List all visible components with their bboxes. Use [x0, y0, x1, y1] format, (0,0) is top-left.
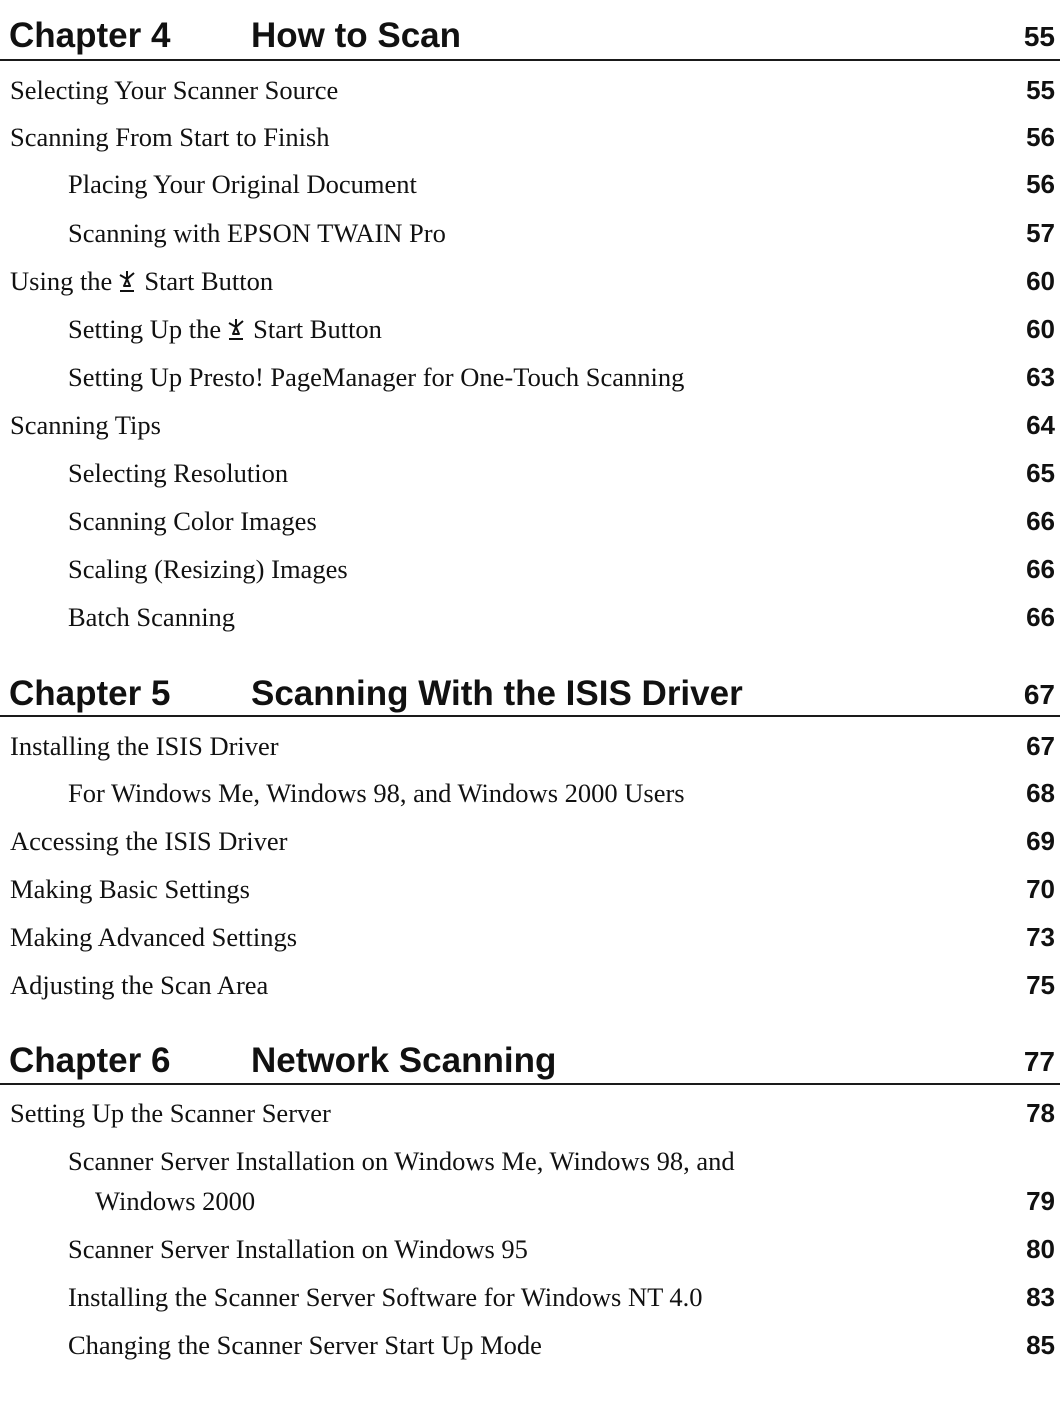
- toc-entry-title[interactable]: Accessing the ISIS Driver: [10, 821, 287, 861]
- toc-entry[interactable]: Adjusting the Scan Area 75: [0, 965, 1060, 1015]
- toc-entry-text-after: Start Button: [144, 266, 274, 296]
- toc-entry-title[interactable]: Setting Up Presto! PageManager for One-T…: [68, 357, 684, 397]
- toc-entry-title[interactable]: Setting Up the Start Button: [68, 309, 382, 349]
- chapter-number: Chapter 4: [9, 16, 171, 55]
- toc-entry-text-after: Start Button: [253, 314, 382, 344]
- toc-entry[interactable]: Batch Scanning 66: [0, 597, 1060, 647]
- toc-entry-page: 60: [1026, 314, 1055, 344]
- toc-entry-page: 66: [1026, 506, 1055, 536]
- toc-entry-title[interactable]: Selecting Resolution: [68, 453, 288, 493]
- toc-entry-title[interactable]: Scanning Tips: [10, 405, 161, 445]
- toc-entry[interactable]: Scanning with EPSON TWAIN Pro 57: [0, 213, 1060, 263]
- toc-entry[interactable]: Scanning Tips 64: [0, 405, 1060, 455]
- toc-entry[interactable]: For Windows Me, Windows 98, and Windows …: [0, 773, 1060, 823]
- toc-entry-page: 70: [1026, 874, 1055, 904]
- toc-entry[interactable]: Setting Up the Start Button 60: [0, 309, 1060, 359]
- chapter-title: How to Scan: [251, 16, 462, 55]
- toc-entry[interactable]: Scanner Server Installation on Windows M…: [0, 1141, 1060, 1227]
- toc-entry[interactable]: Installing the ISIS Driver 67: [0, 726, 1060, 776]
- toc-entry-title[interactable]: Installing the ISIS Driver: [10, 726, 279, 766]
- toc-entry[interactable]: Scanner Server Installation on Windows 9…: [0, 1229, 1060, 1279]
- toc-entry[interactable]: Placing Your Original Document 56: [0, 164, 1060, 214]
- chapter-page-number: 67: [1023, 679, 1055, 710]
- toc-entry-title[interactable]: For Windows Me, Windows 98, and Windows …: [68, 773, 685, 813]
- toc-entry-title[interactable]: Batch Scanning: [68, 597, 235, 637]
- chapter-title: Network Scanning: [251, 1041, 557, 1080]
- toc-entry[interactable]: Scaling (Resizing) Images 66: [0, 549, 1060, 599]
- toc-entry-title[interactable]: Setting Up the Scanner Server: [10, 1093, 331, 1133]
- toc-entry[interactable]: Setting Up the Scanner Server 78: [0, 1093, 1060, 1143]
- toc-entry-page: 66: [1026, 554, 1055, 584]
- toc-entry-page: 63: [1026, 362, 1055, 392]
- toc-entry-page: 67: [1026, 731, 1055, 761]
- toc-entry-title[interactable]: Placing Your Original Document: [68, 164, 417, 204]
- start-button-icon: [119, 271, 135, 292]
- toc-entry-title[interactable]: Adjusting the Scan Area: [10, 965, 268, 1005]
- toc-entry-page: 56: [1026, 122, 1055, 152]
- chapter-title: Scanning With the ISIS Driver: [251, 674, 743, 713]
- chapter-page-number: 55: [1023, 21, 1055, 52]
- chapter-heading: Chapter 4 How to Scan 55: [0, 14, 1060, 64]
- start-button-icon: [228, 319, 244, 340]
- toc-entry-page: 73: [1026, 922, 1055, 952]
- toc-entry-title[interactable]: Scanner Server Installation on Windows 9…: [68, 1229, 528, 1269]
- chapter-divider: [0, 1083, 1060, 1085]
- toc-entry-page: 85: [1026, 1330, 1055, 1360]
- toc-entry[interactable]: Changing the Scanner Server Start Up Mod…: [0, 1325, 1060, 1375]
- toc-entry[interactable]: Installing the Scanner Server Software f…: [0, 1277, 1060, 1327]
- table-of-contents-page: Chapter 4 How to Scan 55 Selecting Your …: [0, 0, 1060, 1401]
- chapter-divider: [0, 59, 1060, 61]
- toc-entry-title[interactable]: Using the Start Button: [10, 261, 273, 301]
- chapter-page-number: 77: [1023, 1046, 1055, 1077]
- toc-entry[interactable]: Making Advanced Settings 73: [0, 917, 1060, 967]
- toc-entry-page: 78: [1026, 1098, 1055, 1128]
- toc-entry-page: 75: [1026, 970, 1055, 1000]
- chapter-heading: Chapter 6 Network Scanning 77: [0, 1039, 1060, 1089]
- toc-entry-text-before: Setting Up the: [68, 314, 222, 344]
- toc-entry-title[interactable]: Scanning Color Images: [68, 501, 317, 541]
- toc-entry-page: 66: [1026, 602, 1055, 632]
- toc-entry[interactable]: Scanning Color Images 66: [0, 501, 1060, 551]
- chapter-number: Chapter 6: [9, 1041, 171, 1080]
- toc-entry-title[interactable]: Scaling (Resizing) Images: [68, 549, 348, 589]
- toc-entry[interactable]: Setting Up Presto! PageManager for One-T…: [0, 357, 1060, 407]
- toc-entry-page: 56: [1026, 169, 1055, 199]
- toc-entry[interactable]: Selecting Resolution 65: [0, 453, 1060, 503]
- toc-entry[interactable]: Accessing the ISIS Driver 69: [0, 821, 1060, 871]
- toc-entry-title-continuation[interactable]: Windows 2000: [95, 1181, 255, 1221]
- toc-entry-page: 55: [1026, 75, 1055, 105]
- toc-entry[interactable]: Selecting Your Scanner Source 55: [0, 70, 1060, 120]
- toc-entry[interactable]: Scanning From Start to Finish 56: [0, 117, 1060, 167]
- toc-entry-text-before: Using the: [10, 266, 113, 296]
- toc-entry-title[interactable]: Changing the Scanner Server Start Up Mod…: [68, 1325, 542, 1365]
- toc-entry-title[interactable]: Installing the Scanner Server Software f…: [68, 1277, 703, 1317]
- toc-entry-title[interactable]: Making Basic Settings: [10, 869, 250, 909]
- toc-entry-page: 64: [1026, 410, 1055, 440]
- toc-entry-page: 65: [1026, 458, 1055, 488]
- toc-entry-title[interactable]: Scanner Server Installation on Windows M…: [68, 1141, 735, 1181]
- toc-entry-page: 79: [1026, 1186, 1055, 1216]
- toc-entry-page: 80: [1026, 1234, 1055, 1264]
- toc-entry-title[interactable]: Making Advanced Settings: [10, 917, 297, 957]
- toc-entry-title[interactable]: Scanning From Start to Finish: [10, 117, 330, 157]
- toc-entry-page: 57: [1026, 218, 1055, 248]
- chapter-divider: [0, 715, 1060, 717]
- toc-entry[interactable]: Using the Start Button 60: [0, 261, 1060, 311]
- toc-entry-title[interactable]: Selecting Your Scanner Source: [10, 70, 338, 110]
- toc-entry-page: 60: [1026, 266, 1055, 296]
- toc-entry-title[interactable]: Scanning with EPSON TWAIN Pro: [68, 213, 446, 253]
- toc-entry-page: 83: [1026, 1282, 1055, 1312]
- toc-entry-page: 69: [1026, 826, 1055, 856]
- chapter-number: Chapter 5: [9, 674, 171, 713]
- toc-entry-page: 68: [1026, 778, 1055, 808]
- toc-entry[interactable]: Making Basic Settings 70: [0, 869, 1060, 919]
